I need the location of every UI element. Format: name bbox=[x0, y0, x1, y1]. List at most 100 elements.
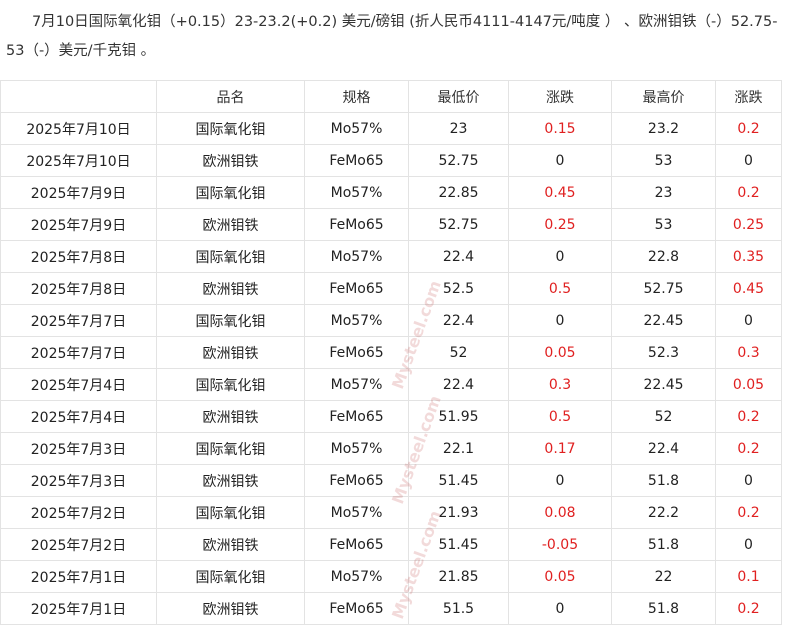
cell-spec: FeMo65 bbox=[304, 528, 409, 561]
cell-high-change: 0 bbox=[715, 304, 782, 337]
cell-high-change: 0.2 bbox=[715, 592, 782, 625]
table-row: 2025年7月7日 国际氧化钼 Mo57% 22.4 0 22.45 0 bbox=[0, 304, 782, 337]
cell-spec: FeMo65 bbox=[304, 144, 409, 177]
cell-high: 23 bbox=[611, 176, 716, 209]
cell-name: 国际氧化钼 bbox=[156, 560, 305, 593]
cell-low: 22.4 bbox=[408, 304, 509, 337]
cell-high-change: 0 bbox=[715, 144, 782, 177]
cell-date: 2025年7月4日 bbox=[0, 400, 157, 433]
cell-low: 21.85 bbox=[408, 560, 509, 593]
cell-high-change: 0.2 bbox=[715, 176, 782, 209]
cell-date: 2025年7月1日 bbox=[0, 560, 157, 593]
cell-high-change: 0.35 bbox=[715, 240, 782, 273]
cell-high: 22.2 bbox=[611, 496, 716, 529]
cell-date: 2025年7月9日 bbox=[0, 176, 157, 209]
cell-high-change: 0.05 bbox=[715, 368, 782, 401]
cell-high: 52.3 bbox=[611, 336, 716, 369]
table-row: 2025年7月8日 国际氧化钼 Mo57% 22.4 0 22.8 0.35 bbox=[0, 240, 782, 273]
cell-date: 2025年7月10日 bbox=[0, 144, 157, 177]
cell-high: 22 bbox=[611, 560, 716, 593]
table-row: 2025年7月10日 国际氧化钼 Mo57% 23 0.15 23.2 0.2 bbox=[0, 112, 782, 145]
cell-date: 2025年7月9日 bbox=[0, 208, 157, 241]
table-header-row: 品名 规格 最低价 涨跌 最高价 涨跌 bbox=[0, 80, 782, 113]
cell-low: 22.4 bbox=[408, 240, 509, 273]
header-high-change: 涨跌 bbox=[715, 80, 782, 113]
cell-low-change: 0.45 bbox=[508, 176, 612, 209]
cell-name: 国际氧化钼 bbox=[156, 496, 305, 529]
cell-low-change: 0.5 bbox=[508, 272, 612, 305]
cell-low-change: 0.25 bbox=[508, 208, 612, 241]
table-row: 2025年7月3日 国际氧化钼 Mo57% 22.1 0.17 22.4 0.2 bbox=[0, 432, 782, 465]
table-row: 2025年7月1日 国际氧化钼 Mo57% 21.85 0.05 22 0.1 bbox=[0, 560, 782, 593]
cell-spec: Mo57% bbox=[304, 176, 409, 209]
cell-low-change: 0 bbox=[508, 304, 612, 337]
cell-low-change: -0.05 bbox=[508, 528, 612, 561]
cell-spec: FeMo65 bbox=[304, 272, 409, 305]
cell-spec: Mo57% bbox=[304, 560, 409, 593]
cell-low: 52.5 bbox=[408, 272, 509, 305]
cell-high: 53 bbox=[611, 208, 716, 241]
header-low-change: 涨跌 bbox=[508, 80, 612, 113]
cell-date: 2025年7月8日 bbox=[0, 240, 157, 273]
cell-date: 2025年7月8日 bbox=[0, 272, 157, 305]
cell-low-change: 0.08 bbox=[508, 496, 612, 529]
cell-high: 22.4 bbox=[611, 432, 716, 465]
cell-high: 51.8 bbox=[611, 528, 716, 561]
cell-high-change: 0.2 bbox=[715, 432, 782, 465]
cell-low-change: 0.05 bbox=[508, 336, 612, 369]
cell-name: 欧洲钼铁 bbox=[156, 464, 305, 497]
cell-high-change: 0.1 bbox=[715, 560, 782, 593]
table-row: 2025年7月9日 国际氧化钼 Mo57% 22.85 0.45 23 0.2 bbox=[0, 176, 782, 209]
cell-high: 52.75 bbox=[611, 272, 716, 305]
cell-high: 22.8 bbox=[611, 240, 716, 273]
table-row: 2025年7月4日 国际氧化钼 Mo57% 22.4 0.3 22.45 0.05 bbox=[0, 368, 782, 401]
cell-high-change: 0.2 bbox=[715, 112, 782, 145]
cell-low: 22.85 bbox=[408, 176, 509, 209]
table-row: 2025年7月9日 欧洲钼铁 FeMo65 52.75 0.25 53 0.25 bbox=[0, 208, 782, 241]
cell-low: 51.45 bbox=[408, 464, 509, 497]
cell-low: 22.4 bbox=[408, 368, 509, 401]
cell-date: 2025年7月1日 bbox=[0, 592, 157, 625]
cell-spec: Mo57% bbox=[304, 112, 409, 145]
cell-high-change: 0.2 bbox=[715, 400, 782, 433]
table-row: 2025年7月4日 欧洲钼铁 FeMo65 51.95 0.5 52 0.2 bbox=[0, 400, 782, 433]
price-summary-text: 7月10日国际氧化钼（+0.15）23-23.2(+0.2) 美元/磅钼 (折人… bbox=[6, 14, 778, 59]
cell-high-change: 0 bbox=[715, 528, 782, 561]
cell-name: 国际氧化钼 bbox=[156, 112, 305, 145]
cell-name: 欧洲钼铁 bbox=[156, 208, 305, 241]
table-row: 2025年7月3日 欧洲钼铁 FeMo65 51.45 0 51.8 0 bbox=[0, 464, 782, 497]
cell-spec: FeMo65 bbox=[304, 400, 409, 433]
cell-name: 国际氧化钼 bbox=[156, 368, 305, 401]
cell-high-change: 0.2 bbox=[715, 496, 782, 529]
cell-name: 欧洲钼铁 bbox=[156, 528, 305, 561]
cell-low-change: 0.3 bbox=[508, 368, 612, 401]
cell-low-change: 0.15 bbox=[508, 112, 612, 145]
cell-spec: Mo57% bbox=[304, 240, 409, 273]
header-high: 最高价 bbox=[611, 80, 716, 113]
cell-low-change: 0 bbox=[508, 464, 612, 497]
cell-high: 51.8 bbox=[611, 592, 716, 625]
cell-high-change: 0 bbox=[715, 464, 782, 497]
cell-date: 2025年7月7日 bbox=[0, 304, 157, 337]
cell-low: 52.75 bbox=[408, 144, 509, 177]
cell-name: 国际氧化钼 bbox=[156, 176, 305, 209]
price-summary: 7月10日国际氧化钼（+0.15）23-23.2(+0.2) 美元/磅钼 (折人… bbox=[6, 8, 791, 66]
cell-high: 53 bbox=[611, 144, 716, 177]
cell-high: 23.2 bbox=[611, 112, 716, 145]
cell-spec: FeMo65 bbox=[304, 592, 409, 625]
cell-low-change: 0.5 bbox=[508, 400, 612, 433]
table-row: 2025年7月2日 国际氧化钼 Mo57% 21.93 0.08 22.2 0.2 bbox=[0, 496, 782, 529]
cell-low-change: 0 bbox=[508, 592, 612, 625]
cell-name: 国际氧化钼 bbox=[156, 432, 305, 465]
cell-date: 2025年7月2日 bbox=[0, 496, 157, 529]
header-spec: 规格 bbox=[304, 80, 409, 113]
cell-name: 欧洲钼铁 bbox=[156, 272, 305, 305]
cell-low: 23 bbox=[408, 112, 509, 145]
cell-spec: Mo57% bbox=[304, 304, 409, 337]
cell-low-change: 0 bbox=[508, 240, 612, 273]
cell-spec: FeMo65 bbox=[304, 208, 409, 241]
cell-low: 51.95 bbox=[408, 400, 509, 433]
cell-name: 国际氧化钼 bbox=[156, 304, 305, 337]
cell-low: 51.45 bbox=[408, 528, 509, 561]
cell-date: 2025年7月10日 bbox=[0, 112, 157, 145]
